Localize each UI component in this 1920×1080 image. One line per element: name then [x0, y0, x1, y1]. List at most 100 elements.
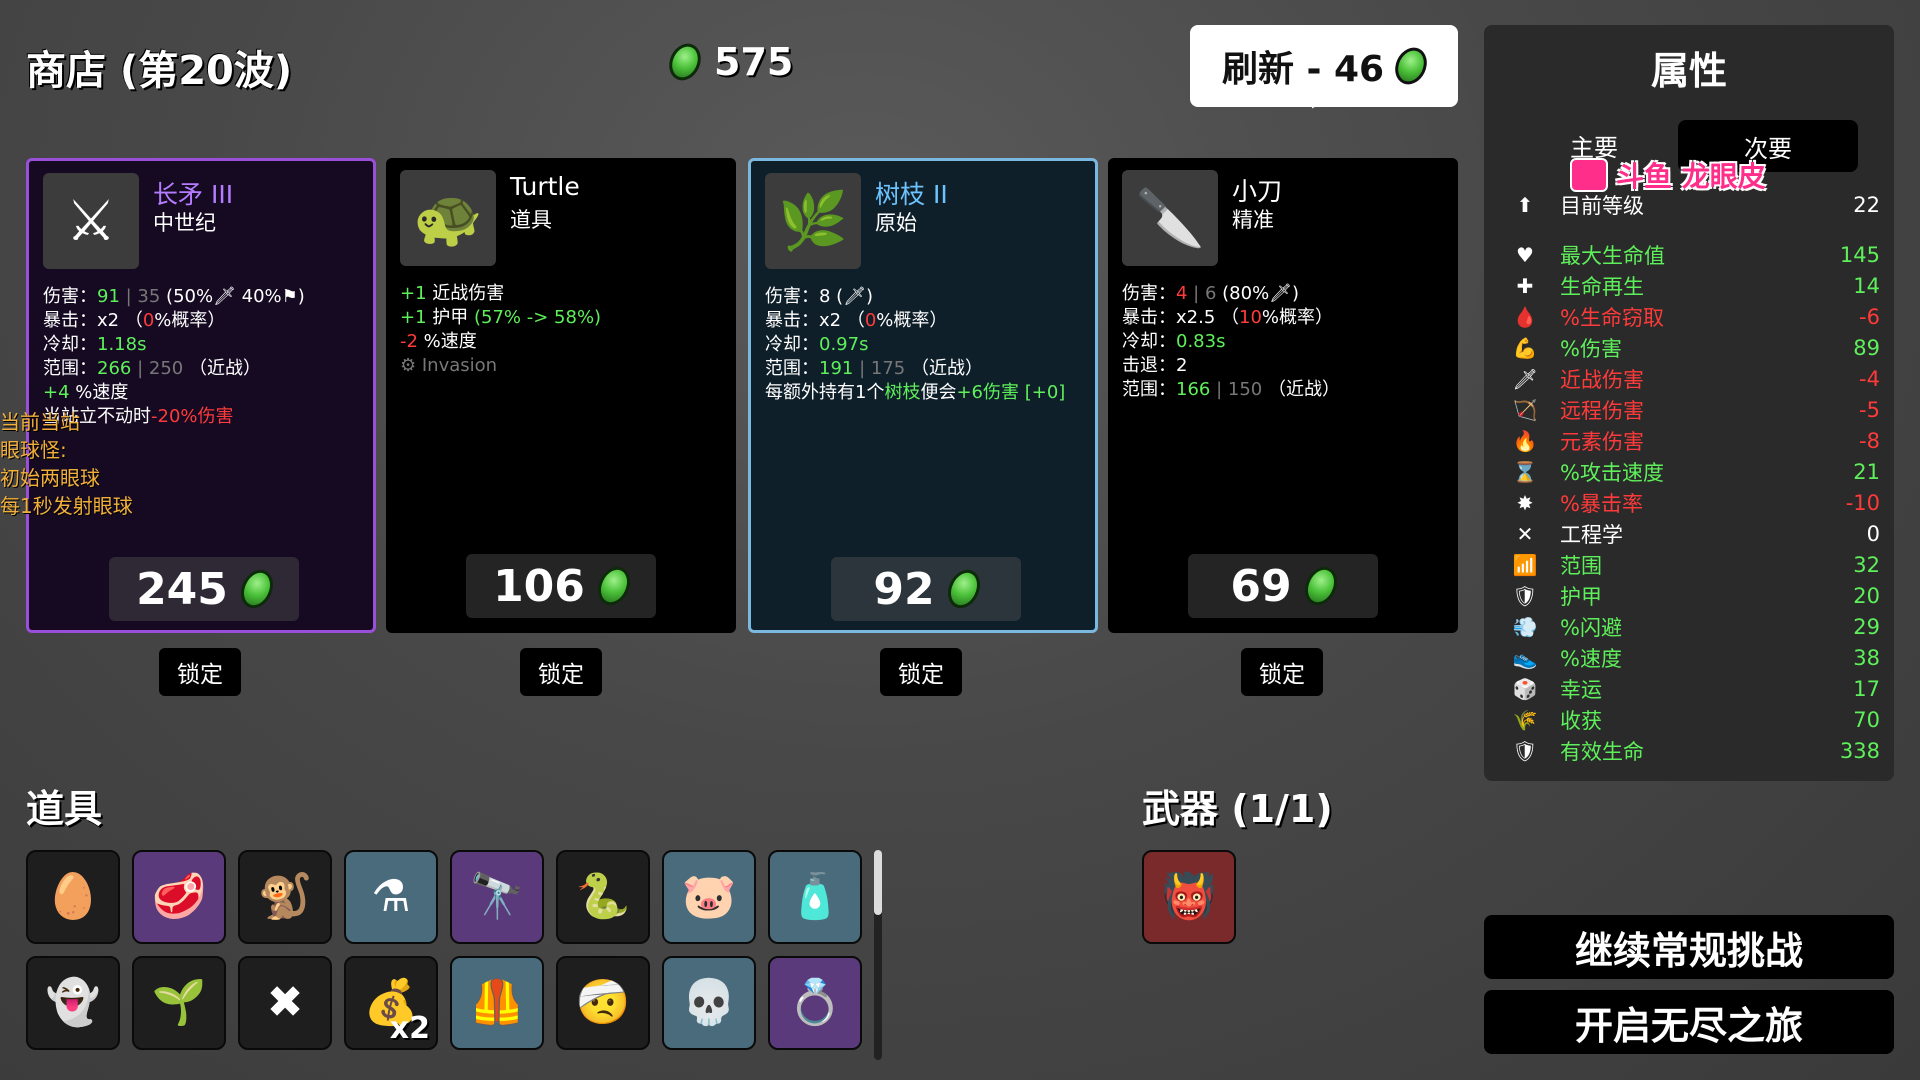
melee-icon: 🗡 — [1512, 367, 1538, 391]
stat-row[interactable]: 💪 %伤害 89 — [1510, 333, 1880, 363]
stat-row[interactable]: 📶 范围 32 — [1510, 550, 1880, 580]
item-slot[interactable]: 🐒 — [238, 850, 332, 944]
range-icon: 📶 — [1512, 553, 1538, 577]
buy-price-button[interactable]: 106 — [466, 554, 656, 618]
item-slot[interactable]: 🔭 — [450, 850, 544, 944]
skull-icon: 💀 — [681, 977, 737, 1028]
stat-label: 最大生命值 — [1560, 244, 1665, 268]
card-stat-value: 4 — [1176, 283, 1188, 304]
card-stat-label: 范围： — [765, 358, 819, 379]
card-stat-value: 0 — [864, 310, 877, 331]
item-slot[interactable]: 💀 — [662, 956, 756, 1050]
card-stat-label: 暴击： — [43, 310, 97, 331]
stat-label: %速度 — [1560, 647, 1622, 671]
monster-weapon-icon: 👹 — [1161, 871, 1217, 922]
stat-row[interactable]: ♥ 最大生命值 145 — [1510, 240, 1880, 270]
overlay-line: 每1秒发射眼球 — [0, 494, 133, 518]
continue-button[interactable]: 继续常规挑战 — [1484, 915, 1894, 979]
price-value: 69 — [1230, 560, 1292, 612]
card-stat-value: (57% -> 58%) — [474, 307, 602, 328]
lock-label: 锁定 — [538, 662, 584, 688]
card-stat-line: 暴击：x2 （0%概率） — [43, 309, 373, 333]
card-stat-value: 近战伤害 — [426, 283, 505, 304]
card-stat-value: （近战） — [1267, 379, 1340, 400]
item-slot[interactable]: ✖ — [238, 956, 332, 1050]
gold-amount: 575 — [714, 40, 794, 84]
card-type: 精准 — [1232, 208, 1274, 232]
card-stats: 伤害：8 (🗡) 暴击：x2 （0%概率） 冷却：0.97s 范围：191 | 175… — [765, 285, 1095, 405]
luck-icon: 🎲 — [1512, 677, 1538, 701]
item-slot[interactable]: 🥚 — [26, 850, 120, 944]
item-slot[interactable]: ⚗ — [344, 850, 438, 944]
item-slot[interactable]: 🐍 — [556, 850, 650, 944]
stat-row[interactable]: 🌾 收获 70 — [1510, 705, 1880, 735]
lock-button[interactable]: 锁定 — [520, 648, 602, 696]
shop-card[interactable]: ⚔ 长矛 III 中世纪 伤害：91 | 35 (50%🗡 40%⚑) 暴击：x2 （0… — [26, 158, 376, 633]
shop-card[interactable]: 🔪 小刀 精准 伤害：4 | 6 (80%🗡) 暴击：x2.5 （10%概率） 冷却：0.… — [1108, 158, 1458, 633]
card-stat-line: 伤害：4 | 6 (80%🗡) — [1122, 282, 1452, 306]
shop-title: 商店 (第20波) — [26, 48, 293, 94]
card-stat-value: +1 — [400, 307, 427, 328]
card-stat-label: 范围： — [43, 358, 97, 379]
stat-row[interactable]: 👟 %速度 38 — [1510, 643, 1880, 673]
card-stat-value: 每额外持有1个 — [765, 382, 885, 403]
stat-row[interactable]: ⬆ 目前等级 22 — [1510, 190, 1880, 220]
stat-row[interactable]: 💨 %闪避 29 — [1510, 612, 1880, 642]
armor-icon: 🛡 — [1512, 584, 1538, 608]
stat-row[interactable]: 🛡 护甲 20 — [1510, 581, 1880, 611]
stat-row[interactable]: 🎲 幸运 17 — [1510, 674, 1880, 704]
lock-label: 锁定 — [898, 662, 944, 688]
stat-row[interactable]: ⌛ %攻击速度 21 — [1510, 457, 1880, 487]
buy-price-button[interactable]: 92 — [831, 557, 1021, 621]
card-stat-value: 166 — [1176, 379, 1211, 400]
lock-button[interactable]: 锁定 — [880, 648, 962, 696]
card-stat-value: | 150 — [1210, 379, 1268, 400]
buy-price-button[interactable]: 245 — [109, 557, 299, 621]
stream-watermark: 斗鱼 龙眼皮 — [1570, 155, 1766, 195]
stat-row[interactable]: 🛡 有效生命 338 — [1510, 736, 1880, 766]
card-stat-value: +4 — [43, 382, 70, 403]
stat-row[interactable]: 🔥 元素伤害 -8 — [1510, 426, 1880, 456]
continue-label: 继续常规挑战 — [1574, 928, 1803, 973]
stat-row[interactable]: 🗡 近战伤害 -4 — [1510, 364, 1880, 394]
lock-button[interactable]: 锁定 — [1241, 648, 1323, 696]
item-slot[interactable]: 🦺 — [450, 956, 544, 1050]
card-stats: +1 近战伤害 +1 护甲 (57% -> 58%) -2 %速度 ⚙ Invasio… — [400, 282, 730, 378]
stat-row[interactable]: ✕ 工程学 0 — [1510, 519, 1880, 549]
stat-label: 远程伤害 — [1560, 399, 1644, 423]
items-scrollbar-thumb[interactable] — [874, 850, 882, 915]
stat-value: 145 — [1839, 243, 1880, 267]
stat-label: 范围 — [1560, 554, 1602, 578]
card-stat-line: 冷却：1.18s — [43, 333, 373, 357]
item-slot[interactable]: 🥩 — [132, 850, 226, 944]
card-stat-line: ⚙ Invasion — [400, 354, 730, 378]
item-slot[interactable]: 💰 x2 — [344, 956, 438, 1050]
card-stat-line: +1 护甲 (57% -> 58%) — [400, 306, 730, 330]
stat-label: %生命窃取 — [1560, 306, 1664, 330]
stat-row[interactable]: ✚ 生命再生 14 — [1510, 271, 1880, 301]
item-slot[interactable]: 🐷 — [662, 850, 756, 944]
stats-title: 属性 — [1650, 49, 1727, 93]
stat-row[interactable]: ✸ %暴击率 -10 — [1510, 488, 1880, 518]
card-stat-label: 伤害： — [43, 286, 97, 307]
shop-card[interactable]: 🐢 Turtle 道具 +1 近战伤害 +1 护甲 (57% -> 58%) -2 %速度… — [386, 158, 736, 633]
item-slot[interactable]: 🤕 — [556, 956, 650, 1050]
price-value: 92 — [873, 563, 935, 615]
item-slot[interactable]: 🧴 — [768, 850, 862, 944]
buy-price-button[interactable]: 69 — [1188, 554, 1378, 618]
item-slot[interactable]: 💍 — [768, 956, 862, 1050]
card-stat-value: %速度 — [417, 331, 477, 352]
card-stat-label: 冷却： — [1122, 331, 1176, 352]
stat-row[interactable]: 🏹 远程伤害 -5 — [1510, 395, 1880, 425]
item-slot[interactable]: 👻 — [26, 956, 120, 1050]
stat-row[interactable]: 🩸 %生命窃取 -6 — [1510, 302, 1880, 332]
card-stat-value: | 175 — [853, 358, 911, 379]
shop-card[interactable]: 🌿 树枝 II 原始 伤害：8 (🗡) 暴击：x2 （0%概率） 冷却：0.97s 范围：1… — [748, 158, 1098, 633]
lifesteal-icon: 🩸 — [1512, 305, 1538, 329]
card-stat-line: 伤害：91 | 35 (50%🗡 40%⚑) — [43, 285, 373, 309]
card-stat-value: -20%伤害 — [151, 406, 234, 427]
item-slot[interactable]: 🌱 — [132, 956, 226, 1050]
weapon-slot[interactable]: 👹 — [1142, 850, 1236, 944]
endless-button[interactable]: 开启无尽之旅 — [1484, 990, 1894, 1054]
lock-button[interactable]: 锁定 — [159, 648, 241, 696]
